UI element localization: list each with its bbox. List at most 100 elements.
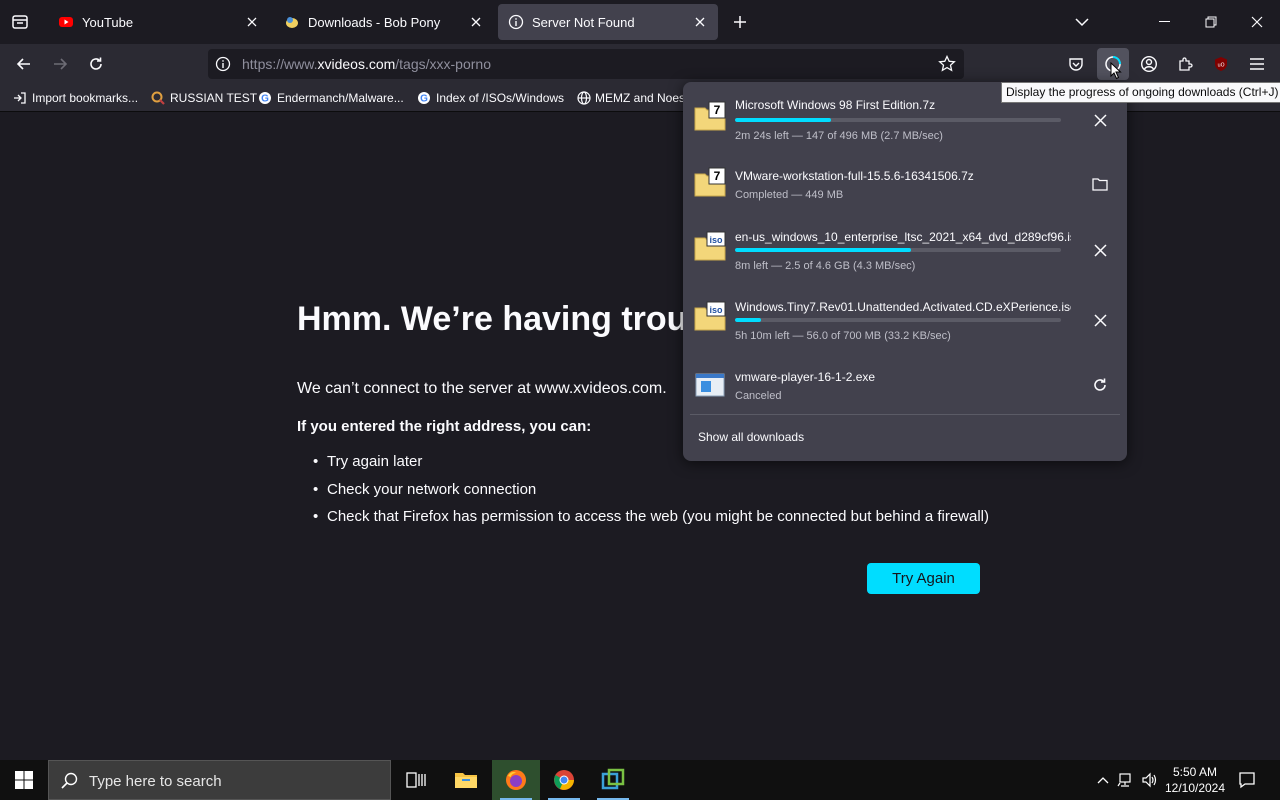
reload-icon <box>90 57 102 70</box>
suggestion-list: Try again later Check your network conne… <box>313 453 989 536</box>
bookmark-label: MEMZ and Noes <box>595 91 683 105</box>
url-bar[interactable]: https://www.xvideos.com/tags/xxx-porno <box>208 49 964 79</box>
svg-text:iso: iso <box>709 235 723 245</box>
plus-icon <box>734 16 746 28</box>
tab-youtube[interactable]: YouTube <box>48 4 270 40</box>
account-button[interactable] <box>1135 50 1163 78</box>
start-button[interactable] <box>0 760 48 800</box>
windows-logo-icon <box>15 771 33 789</box>
close-window-button[interactable] <box>1234 0 1280 44</box>
download-item[interactable]: iso en-us_windows_10_enterprise_ltsc_202… <box>683 220 1127 286</box>
pocket-button[interactable] <box>1062 50 1090 78</box>
url-text[interactable]: https://www.xvideos.com/tags/xxx-porno <box>242 56 491 72</box>
back-button[interactable] <box>10 50 38 78</box>
firefox-taskbar-button[interactable] <box>492 760 540 800</box>
close-tab-icon[interactable] <box>468 14 484 30</box>
ublock-shield-icon: uO <box>1215 57 1227 71</box>
show-in-folder-button[interactable] <box>1087 171 1113 197</box>
downloads-tooltip: Display the progress of ongoing download… <box>1001 82 1280 103</box>
error-description: We can’t connect to the server at www.xv… <box>297 380 667 397</box>
bookmark-label: Import bookmarks... <box>32 91 139 105</box>
download-progress-bar <box>735 248 1061 252</box>
vmware-icon <box>601 768 625 790</box>
arrow-right-icon <box>54 58 68 70</box>
close-tab-icon[interactable] <box>244 14 260 30</box>
retry-download-button[interactable] <box>1087 372 1113 398</box>
windows-taskbar: Type here to search 5:50 AM 12/10/2024 <box>0 760 1280 800</box>
tab-server-not-found[interactable]: Server Not Found <box>498 4 718 40</box>
restore-icon <box>1205 16 1217 28</box>
chrome-taskbar-button[interactable] <box>540 760 588 800</box>
tab-title: Server Not Found <box>532 14 635 30</box>
app-menu-button[interactable] <box>1243 50 1271 78</box>
bookmark-russian-test[interactable]: RUSSIAN TEST <box>150 89 257 107</box>
restore-button[interactable] <box>1188 0 1234 44</box>
try-again-button[interactable]: Try Again <box>867 563 980 594</box>
firefox-view-button[interactable] <box>8 10 32 34</box>
puzzle-icon <box>1179 57 1193 71</box>
ublock-button[interactable]: uO <box>1207 50 1235 78</box>
cancel-download-button[interactable] <box>1087 307 1113 333</box>
download-status: 8m left — 2.5 of 4.6 GB (4.3 MB/sec) <box>735 260 916 272</box>
iso-image-icon: iso <box>694 301 726 331</box>
info-icon <box>508 14 524 30</box>
close-tab-icon[interactable] <box>692 14 708 30</box>
show-hidden-icons-button[interactable] <box>1094 770 1112 790</box>
tab-downloads-bob-pony[interactable]: Downloads - Bob Pony <box>274 4 494 40</box>
url-prefix: https://www. <box>242 56 318 72</box>
bookmark-memz[interactable]: MEMZ and Noes <box>577 89 683 107</box>
google-icon: G <box>416 90 432 106</box>
action-center-button[interactable] <box>1234 768 1260 792</box>
cancel-icon <box>1093 243 1107 257</box>
svg-text:uO: uO <box>1217 63 1224 69</box>
minimize-button[interactable] <box>1142 0 1188 44</box>
chevron-down-icon <box>1075 18 1089 27</box>
suggestion-item: Check that Firefox has permission to acc… <box>313 508 989 536</box>
network-icon <box>1117 773 1131 787</box>
site-info-icon[interactable] <box>215 56 231 72</box>
extensions-button[interactable] <box>1171 50 1199 78</box>
bookmark-label: RUSSIAN TEST <box>170 91 258 105</box>
cancel-download-button[interactable] <box>1087 107 1113 133</box>
retry-icon <box>1094 378 1106 391</box>
new-tab-button[interactable] <box>728 10 752 34</box>
reload-button[interactable] <box>82 50 110 78</box>
mouse-cursor-icon <box>1110 62 1122 80</box>
file-explorer-icon <box>455 773 477 788</box>
tab-title: YouTube <box>82 14 134 30</box>
list-all-tabs-button[interactable] <box>1070 10 1094 34</box>
downloads-panel: 7 Microsoft Windows 98 First Edition.7z … <box>683 82 1127 461</box>
downloads-button[interactable] <box>1097 48 1129 80</box>
bookmark-import[interactable]: Import bookmarks... <box>12 89 138 107</box>
svg-text:7: 7 <box>714 103 721 117</box>
exe-file-icon <box>695 373 725 397</box>
task-view-button[interactable] <box>392 760 440 800</box>
firefox-view-icon <box>12 15 28 29</box>
bookmark-label: Index of /ISOs/Windows <box>436 91 565 105</box>
error-subtitle: If you entered the right address, you ca… <box>297 418 592 435</box>
clock-time: 5:50 AM <box>1172 765 1218 779</box>
network-button[interactable] <box>1116 770 1136 790</box>
google-icon: G <box>257 90 273 106</box>
bookmark-index-isos[interactable]: G Index of /ISOs/Windows <box>416 89 564 107</box>
svg-text:G: G <box>261 94 269 105</box>
cancel-icon <box>1093 113 1107 127</box>
search-q-icon <box>150 90 166 106</box>
download-item[interactable]: vmware-player-16-1-2.exe Canceled <box>683 360 1127 426</box>
download-status: Canceled <box>735 390 782 402</box>
clock[interactable]: 5:50 AM 12/10/2024 <box>1162 764 1228 796</box>
bookmark-star-icon[interactable] <box>938 55 956 73</box>
forward-button[interactable] <box>46 50 74 78</box>
taskbar-search-box[interactable]: Type here to search <box>48 760 391 800</box>
volume-button[interactable] <box>1140 770 1160 790</box>
youtube-icon <box>58 14 74 30</box>
download-item[interactable]: 7 VMware-workstation-full-15.5.6-1634150… <box>683 156 1127 222</box>
bookmark-endermanch[interactable]: G Endermanch/Malware... <box>257 89 404 107</box>
tab-title: Downloads - Bob Pony <box>308 14 441 30</box>
show-all-downloads-button[interactable]: Show all downloads <box>698 430 804 444</box>
cancel-download-button[interactable] <box>1087 237 1113 263</box>
file-explorer-button[interactable] <box>442 760 490 800</box>
download-filename: Windows.Tiny7.Rev01.Unattended.Activated… <box>735 300 1071 314</box>
vmware-taskbar-button[interactable] <box>589 760 637 800</box>
download-item[interactable]: iso Windows.Tiny7.Rev01.Unattended.Activ… <box>683 290 1127 356</box>
